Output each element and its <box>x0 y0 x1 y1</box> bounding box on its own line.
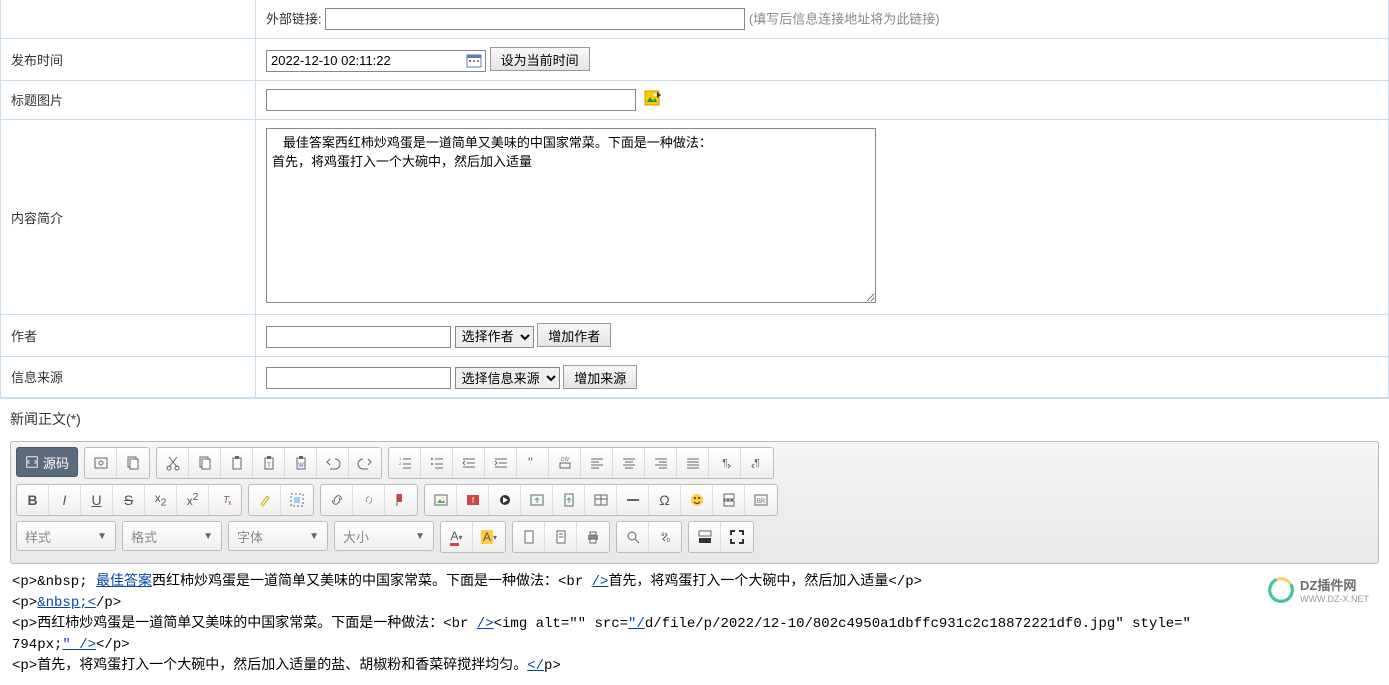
upload-file-icon[interactable] <box>553 485 585 515</box>
text-color-icon[interactable]: A▾ <box>441 522 473 552</box>
source-button[interactable]: 源码 <box>16 447 78 477</box>
iframe-icon[interactable]: BR <box>745 485 777 515</box>
show-blocks-icon[interactable] <box>689 522 721 552</box>
image-icon[interactable] <box>425 485 457 515</box>
svg-text:¶: ¶ <box>754 458 759 469</box>
paste-icon[interactable] <box>221 448 253 478</box>
find-icon[interactable] <box>617 522 649 552</box>
title-image-label: 标题图片 <box>1 80 256 120</box>
remove-format-icon[interactable]: Tx <box>209 485 241 515</box>
set-current-time-button[interactable]: 设为当前时间 <box>490 47 590 71</box>
source-line: <p>&nbsp; 最佳答案西红柿炒鸡蛋是一道简单又美味的中国家常菜。下面是一种… <box>12 572 1377 593</box>
cut-icon[interactable] <box>157 448 189 478</box>
bg-color-icon[interactable]: A▾ <box>473 522 505 552</box>
align-left-icon[interactable] <box>581 448 613 478</box>
unlink-icon[interactable] <box>353 485 385 515</box>
superscript-icon[interactable]: x2 <box>177 485 209 515</box>
print-icon[interactable] <box>577 522 609 552</box>
size-combo[interactable]: 大小▼ <box>334 521 434 551</box>
source-label: 信息来源 <box>1 356 256 398</box>
paste-text-icon[interactable]: T <box>253 448 285 478</box>
external-link-label: 外部链接: <box>266 12 322 27</box>
source-select[interactable]: 选择信息来源 <box>455 367 560 389</box>
svg-text:DIV: DIV <box>560 457 569 463</box>
svg-text:": " <box>528 455 533 470</box>
add-source-button[interactable]: 增加来源 <box>563 365 637 389</box>
publish-time-input[interactable] <box>266 50 486 72</box>
redo-icon[interactable] <box>349 448 381 478</box>
align-center-icon[interactable] <box>613 448 645 478</box>
indent-icon[interactable] <box>485 448 517 478</box>
svg-text:¶: ¶ <box>722 458 727 469</box>
select-all-icon[interactable] <box>281 485 313 515</box>
svg-text:b: b <box>667 538 671 544</box>
anchor-icon[interactable] <box>385 485 417 515</box>
table-icon[interactable] <box>585 485 617 515</box>
blockquote-icon[interactable]: " <box>517 448 549 478</box>
author-select[interactable]: 选择作者 <box>455 326 534 348</box>
source-line: <p>西红柿炒鸡蛋是一道简单又美味的中国家常菜。下面是一种做法：<br /><i… <box>12 614 1377 635</box>
link-icon[interactable] <box>321 485 353 515</box>
image-picker-icon[interactable] <box>644 90 662 111</box>
title-image-input[interactable] <box>266 89 636 111</box>
source-line: 794px;" /></p> <box>12 635 1377 656</box>
outdent-icon[interactable] <box>453 448 485 478</box>
style-combo[interactable]: 样式▼ <box>16 521 116 551</box>
doc-props-icon[interactable] <box>545 522 577 552</box>
author-label: 作者 <box>1 315 256 357</box>
rtl-icon[interactable]: ¶ <box>741 448 773 478</box>
upload-image-icon[interactable] <box>521 485 553 515</box>
media-icon[interactable] <box>489 485 521 515</box>
add-author-button[interactable]: 增加作者 <box>537 323 611 347</box>
replace-icon[interactable]: ab <box>649 522 681 552</box>
smiley-icon[interactable] <box>681 485 713 515</box>
align-right-icon[interactable] <box>645 448 677 478</box>
source-input[interactable] <box>266 367 451 389</box>
templates-icon[interactable] <box>117 448 149 478</box>
calendar-icon[interactable] <box>466 53 482 69</box>
svg-text:W: W <box>298 463 304 469</box>
ltr-icon[interactable]: ¶ <box>709 448 741 478</box>
flash-icon[interactable]: f <box>457 485 489 515</box>
preview-icon[interactable] <box>85 448 117 478</box>
special-char-icon[interactable]: Ω <box>649 485 681 515</box>
source-line: <p>&nbsp;</p> <box>12 593 1377 614</box>
marker-icon[interactable] <box>249 485 281 515</box>
align-justify-icon[interactable] <box>677 448 709 478</box>
svg-text:x: x <box>228 500 232 507</box>
numbered-list-icon[interactable]: 12 <box>389 448 421 478</box>
publish-time-label: 发布时间 <box>1 39 256 81</box>
div-icon[interactable]: DIV <box>549 448 581 478</box>
author-input[interactable] <box>266 326 451 348</box>
pagebreak-icon[interactable] <box>713 485 745 515</box>
italic-icon[interactable]: I <box>49 485 81 515</box>
editor-source-area[interactable]: <p>&nbsp; 最佳答案西红柿炒鸡蛋是一道简单又美味的中国家常菜。下面是一种… <box>0 564 1389 685</box>
intro-textarea[interactable]: 最佳答案西红柿炒鸡蛋是一道简单又美味的中国家常菜。下面是一种做法： 首先，将鸡蛋… <box>266 128 876 303</box>
font-combo[interactable]: 字体▼ <box>228 521 328 551</box>
undo-icon[interactable] <box>317 448 349 478</box>
underline-icon[interactable]: U <box>81 485 113 515</box>
strike-icon[interactable]: S <box>113 485 145 515</box>
svg-text:2: 2 <box>399 461 402 466</box>
subscript-icon[interactable]: x2 <box>145 485 177 515</box>
news-body-title: 新闻正文(*) <box>0 398 1389 435</box>
maximize-icon[interactable] <box>721 522 753 552</box>
bullet-list-icon[interactable] <box>421 448 453 478</box>
source-line: <p>首先，将鸡蛋打入一个大碗中，然后加入适量的盐、胡椒粉和香菜碎搅拌均匀。</… <box>12 656 1377 677</box>
svg-text:T: T <box>267 463 271 469</box>
hr-icon[interactable] <box>617 485 649 515</box>
svg-text:BR: BR <box>757 499 766 505</box>
bold-icon[interactable]: B <box>17 485 49 515</box>
editor-toolbar: 源码 T W 12 " DIV ¶ ¶ <box>10 441 1379 564</box>
copy-icon[interactable] <box>189 448 221 478</box>
intro-label: 内容简介 <box>1 120 256 315</box>
paste-word-icon[interactable]: W <box>285 448 317 478</box>
external-link-hint: (填写后信息连接地址将为此链接) <box>749 12 940 27</box>
new-page-icon[interactable] <box>513 522 545 552</box>
format-combo[interactable]: 格式▼ <box>122 521 222 551</box>
external-link-input[interactable] <box>325 8 745 30</box>
